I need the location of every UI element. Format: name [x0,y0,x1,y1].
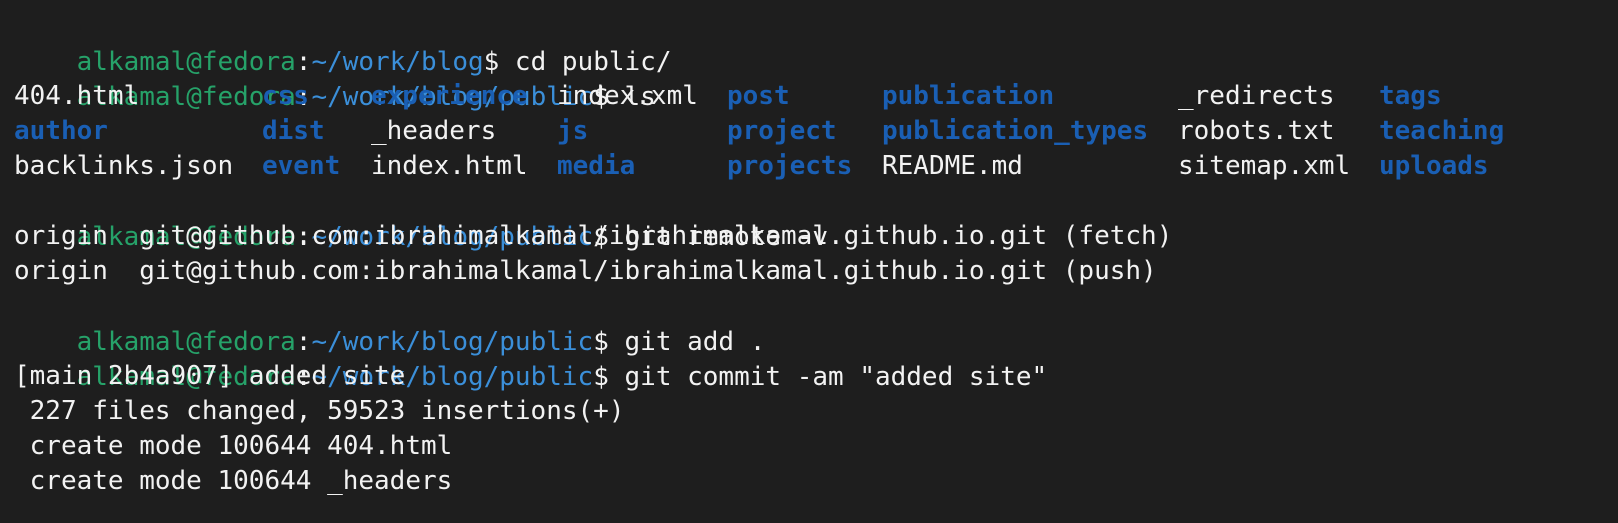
ls-entry-file: robots.txt [1178,116,1335,146]
remote-output-push: origin git@github.com:ibrahimalkamal/ibr… [14,256,1157,286]
ls-entry-dir: dist [262,116,325,146]
command-text: git commit -am "added site" [608,362,1048,392]
prompt-line-git-add: alkamal@fedora:~/work/blog/public$ git a… [14,288,766,357]
ls-entry-dir: project [727,116,837,146]
ls-entry-dir: uploads [1379,151,1489,181]
ls-entry-dir: css [262,81,309,111]
commit-output-line: create mode 100644 404.html [14,431,453,461]
commit-output-line: 227 files changed, 59523 insertions(+) [14,396,625,426]
prompt-line-cd: alkamal@fedora:~/work/blog$ cd public/ [14,8,672,77]
ls-entry-dir: projects [727,151,853,181]
ls-entry-file: _headers [371,116,497,146]
remote-output-fetch: origin git@github.com:ibrahimalkamal/ibr… [14,221,1173,251]
ls-entry-dir: js [557,116,589,146]
ls-entry-file: sitemap.xml [1178,151,1351,181]
prompt-line-git-commit: alkamal@fedora:~/work/blog/public$ git c… [14,323,1048,392]
commit-output-line: create mode 100644 _headers [14,466,453,496]
ls-entry-dir: publication [882,81,1055,111]
ls-entry-dir: media [557,151,636,181]
ls-entry-file: README.md [882,151,1023,181]
commit-output-line: [main 2b4a907] added site [14,361,406,391]
ls-entry-dir: event [262,151,341,181]
ls-entry-file: backlinks.json [14,151,234,181]
ls-entry-dir: tags [1379,81,1442,111]
ls-entry-file: index.html [371,151,528,181]
prompt-dollar: $ [593,362,609,392]
ls-entry-dir: author [14,116,108,146]
ls-entry-dir: experience [371,81,528,111]
ls-entry-file: index.xml [557,81,698,111]
ls-entry-dir: teaching [1379,116,1505,146]
prompt-line-git-remote: alkamal@fedora:~/work/blog/public$ git r… [14,183,828,252]
ls-entry-file: 404.html [14,81,140,111]
terminal-window[interactable]: alkamal@fedora:~/work/blog$ cd public/ a… [0,0,1618,523]
ls-entry-dir: publication_types [882,116,1149,146]
prompt-line-ls: alkamal@fedora:~/work/blog/public$ ls [14,43,656,112]
ls-entry-file: _redirects [1178,81,1335,111]
ls-entry-dir: post [727,81,790,111]
